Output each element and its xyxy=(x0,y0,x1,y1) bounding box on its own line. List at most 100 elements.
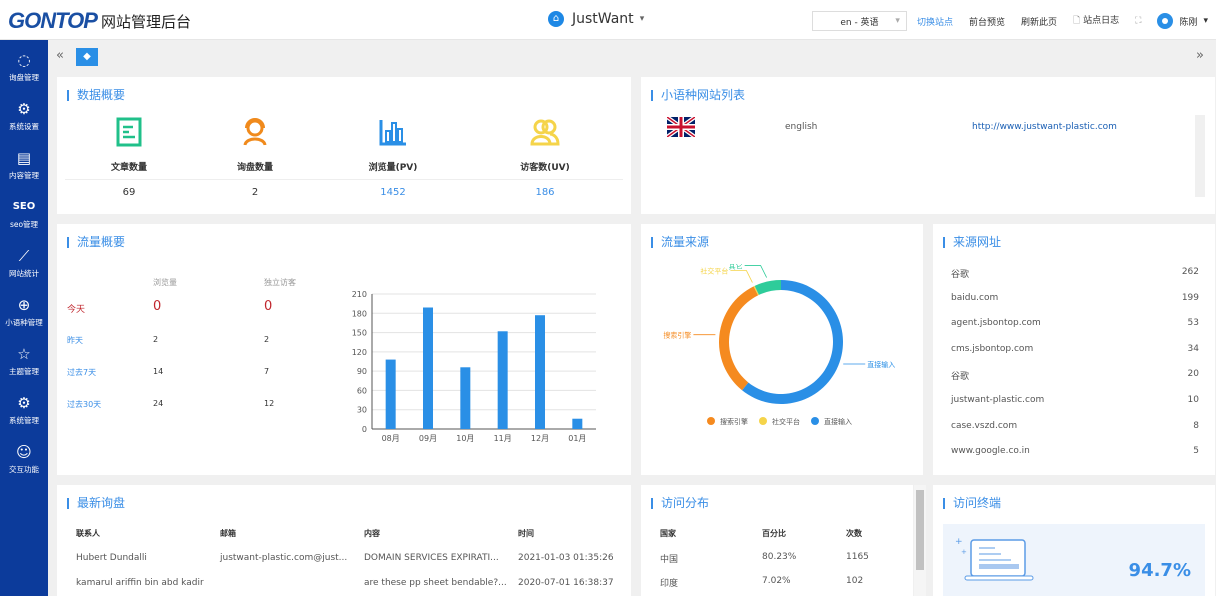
scrollbar[interactable] xyxy=(1195,115,1205,197)
sidebar-item-stats[interactable]: ⟋ 网站统计 xyxy=(0,236,48,285)
top-header: GONTOP 网站管理后台 ⌂ JustWant ▾ en - 英语 ▾ 切换站点… xyxy=(0,0,1216,40)
line-chart-icon: ⟋ xyxy=(18,246,30,265)
inquiry-cell[interactable]: DOMAIN SERVICES EXPIRATI... xyxy=(364,553,499,563)
chevron-down-icon: ▾ xyxy=(639,14,645,24)
column-header: 国家 xyxy=(660,529,676,538)
bar[interactable] xyxy=(497,331,508,429)
sidebar-label: 主题管理 xyxy=(9,366,39,376)
slice-label: 搜索引擎 xyxy=(663,331,691,340)
donut-slice[interactable] xyxy=(754,280,781,295)
sidebar-item-interaction[interactable]: ☺ 交互功能 xyxy=(0,432,48,481)
referrer-site: agent.jsbontop.com xyxy=(951,318,1041,329)
inquiry-cell[interactable]: Hubert Dundalli xyxy=(76,553,147,563)
referrer-row: justwant-plastic.com 10 xyxy=(951,395,1199,405)
preview-link[interactable]: 前台预览 xyxy=(969,15,1005,28)
referrers-card: 来源网址 谷歌 262 baidu.com 199 agent.jsbontop.com… xyxy=(933,224,1215,475)
switch-site-link[interactable]: 切换站点 xyxy=(917,15,953,28)
inquiry-cell[interactable]: are these pp sheet bendable?... xyxy=(364,578,507,588)
user-menu[interactable]: 陈刚 ▾ xyxy=(1157,13,1208,29)
globe-icon: ⊕ xyxy=(17,295,31,314)
sidebar: ◌ 询盘管理 ⚙ 系统设置 ▤ 内容管理 SEO seo管理 ⟋ 网站统计 ⊕ 小语种管理 … xyxy=(0,40,48,596)
scrollbar[interactable] xyxy=(914,485,926,596)
scroll-right-icon[interactable]: » xyxy=(1196,48,1204,63)
legend-marker[interactable] xyxy=(759,417,767,425)
card-title: 数据概要 xyxy=(67,89,125,101)
donut-slice[interactable] xyxy=(719,286,759,391)
overview-pv[interactable]: 浏览量(PV) xyxy=(333,117,453,173)
column-header: 浏览量 xyxy=(153,278,177,287)
seo-icon: SEO xyxy=(12,200,36,212)
sidebar-label: seo管理 xyxy=(9,219,39,229)
overview-articles[interactable]: 文章数量 xyxy=(69,117,189,173)
stat-label: 文章数量 xyxy=(110,163,147,173)
traffic-source-donut-chart: 直接输入搜索引擎社交平台其它搜索引擎 社交平台 直接输入 xyxy=(663,264,895,426)
home-tab[interactable]: ◆ xyxy=(76,48,98,66)
inquiry-cell[interactable]: 2020-07-01 16:38:37 xyxy=(518,578,614,588)
card-title: 流量来源 xyxy=(651,236,709,248)
overview-card: 数据概要 文章数量 询盘数量 浏览量(PV) 访客数(UV) 69 2 1452… xyxy=(57,77,631,214)
sidebar-label: 交互功能 xyxy=(9,464,39,474)
y-tick-label: 180 xyxy=(352,309,367,318)
column-header: 时间 xyxy=(518,529,534,538)
visit-cell: 印度 xyxy=(660,579,679,589)
visitors-icon xyxy=(530,119,560,146)
legend-marker[interactable] xyxy=(707,417,715,425)
site-selector[interactable]: ⌂ JustWant ▾ xyxy=(548,11,644,27)
language-url-link[interactable]: http://www.justwant-plastic.com xyxy=(972,122,1117,132)
document-icon: ▤ xyxy=(16,148,32,167)
sidebar-item-theme[interactable]: ☆ 主题管理 xyxy=(0,334,48,383)
logo[interactable]: GONTOP 网站管理后台 xyxy=(8,8,191,34)
inquiry-cell[interactable]: kamarul ariffin bin abd kadir xyxy=(76,578,204,588)
scrollbar-thumb[interactable] xyxy=(916,490,924,570)
overview-inquiries[interactable]: 询盘数量 xyxy=(195,117,315,173)
legend-label[interactable]: 直接输入 xyxy=(824,417,852,426)
overview-uv[interactable]: 访客数(UV) xyxy=(485,117,605,173)
inquiry-cell[interactable]: 2021-01-03 01:35:26 xyxy=(518,553,614,563)
y-tick-label: 30 xyxy=(357,406,367,415)
card-title: 流量概要 xyxy=(67,236,125,248)
sidebar-label: 系统设置 xyxy=(9,121,39,131)
theme-icon: ☆ xyxy=(17,344,31,363)
file-icon: 🗋 xyxy=(1073,16,1081,26)
traffic-source-card: 流量来源 直接输入 搜索引擎 社交平台 其它 搜索引擎 社交平台 直接输入 xyxy=(641,224,923,475)
referrer-count: 199 xyxy=(1181,292,1199,303)
referrer-count: 53 xyxy=(1187,318,1199,329)
sidebar-item-languages[interactable]: ⊕ 小语种管理 xyxy=(0,285,48,334)
legend-marker[interactable] xyxy=(811,417,819,425)
inquiry-cell[interactable]: justwant-plastic.com@just... xyxy=(220,553,347,563)
sidebar-item-content[interactable]: ▤ 内容管理 xyxy=(0,138,48,187)
stat-label: 访客数(UV) xyxy=(520,163,570,173)
gears-icon: ⚙ xyxy=(17,393,31,412)
bar[interactable] xyxy=(385,359,396,429)
row-value: 14 xyxy=(153,367,164,376)
donut-slice[interactable] xyxy=(742,280,843,404)
bar-chart-icon xyxy=(379,120,406,146)
languages-card: 小语种网站列表 english http://www.justwant-plas… xyxy=(641,77,1215,214)
visit-cell: 7.02% xyxy=(762,576,791,586)
legend-label[interactable]: 社交平台 xyxy=(772,417,800,426)
fullscreen-icon[interactable]: ⛶ xyxy=(1135,16,1141,26)
bar[interactable] xyxy=(535,315,545,429)
referrer-count: 5 xyxy=(1193,446,1199,457)
sidebar-label: 内容管理 xyxy=(9,170,39,180)
bar[interactable] xyxy=(572,418,583,429)
row-value: 2 xyxy=(153,335,159,344)
legend-label[interactable]: 搜索引擎 xyxy=(720,417,748,426)
bar[interactable] xyxy=(423,307,433,430)
card-title: 来源网址 xyxy=(943,236,1001,248)
sidebar-item-system[interactable]: ⚙ 系统管理 xyxy=(0,383,48,432)
referrer-count: 10 xyxy=(1187,395,1199,405)
language-select[interactable]: en - 英语 ▾ xyxy=(811,11,907,31)
site-log-link[interactable]: 🗋 站点日志 xyxy=(1073,13,1119,29)
sidebar-item-inquiry[interactable]: ◌ 询盘管理 xyxy=(0,40,48,89)
monthly-traffic-bar-chart: 0 30 60 90 120 150 180 210 08月 09月 10月 11月 12月 01月 xyxy=(352,290,596,443)
row-label: 今天 xyxy=(67,305,86,315)
scroll-left-icon[interactable]: « xyxy=(56,48,64,63)
sidebar-item-settings[interactable]: ⚙ 系统设置 xyxy=(0,89,48,138)
bar[interactable] xyxy=(460,367,471,429)
refresh-link[interactable]: 刷新此页 xyxy=(1021,15,1057,28)
terminal-panel: + + 94.7% xyxy=(943,524,1205,596)
sidebar-item-seo[interactable]: SEO seo管理 xyxy=(0,187,48,236)
visit-terminal-card: 访问终端 + + 94.7% xyxy=(933,485,1215,596)
row-label: 过去30天 xyxy=(67,400,102,409)
